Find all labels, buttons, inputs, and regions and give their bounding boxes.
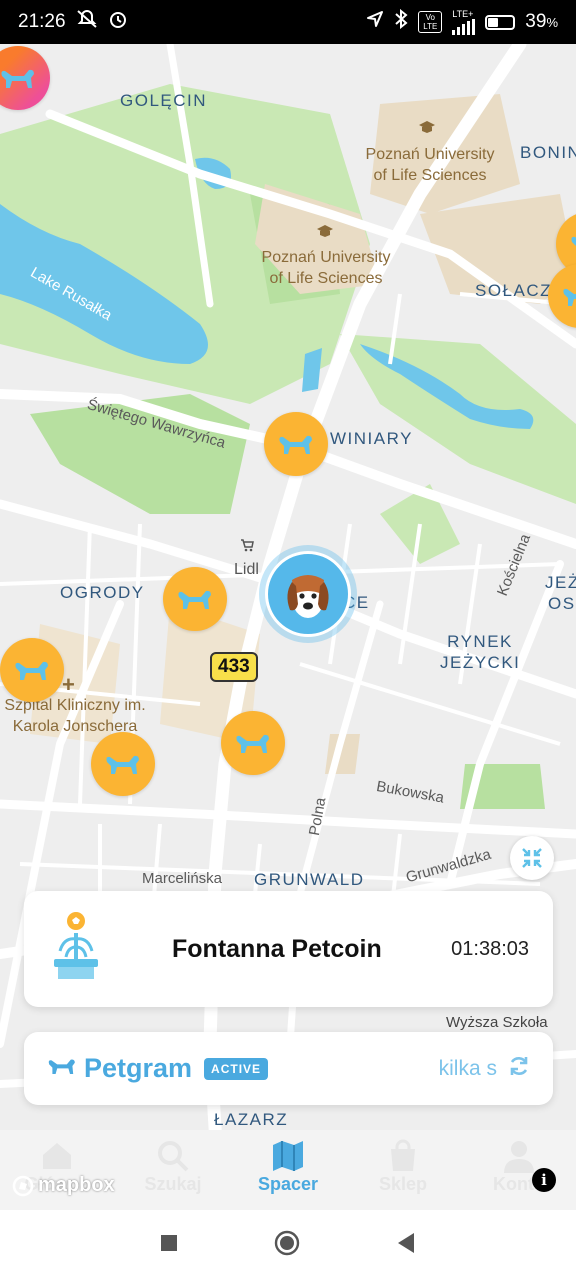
alarm-icon [108,9,128,35]
poi-label: Lidl [234,561,259,578]
poi-label: Szpital Kliniczny im. Karola Jonschera [4,697,146,735]
dog-pin[interactable] [0,638,64,702]
nav-item-walk[interactable]: Spacer [243,1138,333,1195]
map-icon [243,1138,333,1174]
location-icon [366,10,384,34]
bag-icon [358,1138,448,1174]
district-label: JEŻ [545,573,576,592]
district-label: ŁAZARZ [214,1110,289,1129]
poi-label: Poznań University of Life Sciences [365,146,495,184]
petgram-logo: Petgram [84,1053,193,1083]
beagle-icon [287,575,329,618]
university-icon [418,120,436,139]
info-button[interactable]: i [532,1168,556,1192]
fountain-icon [50,911,102,986]
dog-pin[interactable] [221,711,285,775]
district-label: GOLĘCIN [120,91,208,110]
dog-icon [279,435,312,454]
dog-icon [563,288,576,306]
battery-icon [485,14,516,30]
mapbox-logo-icon [12,1175,34,1196]
network-type: LTE+ [452,9,474,19]
university-icon [316,224,334,243]
district-label: OSI [548,594,576,613]
dog-pin[interactable] [163,567,227,631]
dog-icon [571,236,576,254]
dog-icon [178,590,211,609]
nav-label: Szukaj [144,1174,202,1194]
dog-pin[interactable] [91,732,155,796]
district-label: SOŁACZ [475,281,553,300]
nav-item-shop[interactable]: Sklep [358,1138,448,1195]
dog-pin[interactable] [264,412,328,476]
battery-percent: 39% [525,11,558,32]
home-button[interactable] [274,1230,300,1261]
district-label: GRUNWALD [254,870,365,889]
district-label: OGRODY [60,583,145,602]
active-badge: ACTIVE [204,1057,269,1080]
mapbox-attribution[interactable]: mapbox [12,1174,115,1197]
collapse-map-button[interactable] [510,836,554,880]
dog-icon [15,661,48,680]
road-number-shield: 433 [210,652,258,682]
district-label: RYNEK JEŻYCKI [440,632,521,672]
system-navigation-bar [0,1210,576,1280]
bluetooth-icon [394,8,408,35]
refresh-icon[interactable] [507,1054,531,1083]
district-label: BONIN [520,143,576,162]
dog-icon [1,69,35,88]
status-bar: 21:26 Vo LTE LTE+ 39% [0,0,576,44]
fountain-card[interactable]: Fontanna Petcoin 01:38:03 [24,891,553,1007]
signal-icon [452,19,476,35]
shopping-cart-icon [240,538,254,557]
street-label: Marcelińska [142,870,223,887]
clock: 21:26 [18,11,66,32]
mute-icon [76,9,98,35]
user-location-avatar[interactable] [265,551,351,637]
collapse-icon [522,848,542,868]
volte-icon: Vo LTE [418,11,443,33]
nav-label: Sklep [378,1174,428,1194]
search-icon [128,1138,218,1174]
fountain-title: Fontanna Petcoin [172,934,382,963]
dog-icon [236,734,269,753]
nav-label: Spacer [257,1174,319,1194]
petgram-status-text: kilka s [438,1056,497,1080]
district-label: WINIARY [330,429,413,448]
petgram-card[interactable]: Petgram ACTIVE kilka s [24,1032,553,1105]
poi-label: Wyższa Szkoła [446,1014,548,1031]
home-icon [12,1138,102,1174]
petgram-dog-icon [46,1054,78,1083]
dog-icon [106,755,139,774]
back-button[interactable] [396,1232,416,1259]
user-icon [474,1138,564,1174]
recents-button[interactable] [160,1234,178,1257]
fountain-timer: 01:38:03 [451,937,529,960]
mapbox-text: mapbox [38,1174,115,1196]
bottom-navigation: Główna Szukaj Spacer Sklep Konto [0,1130,576,1222]
nav-item-search[interactable]: Szukaj [128,1138,218,1195]
poi-label: Poznań University of Life Sciences [261,249,391,287]
